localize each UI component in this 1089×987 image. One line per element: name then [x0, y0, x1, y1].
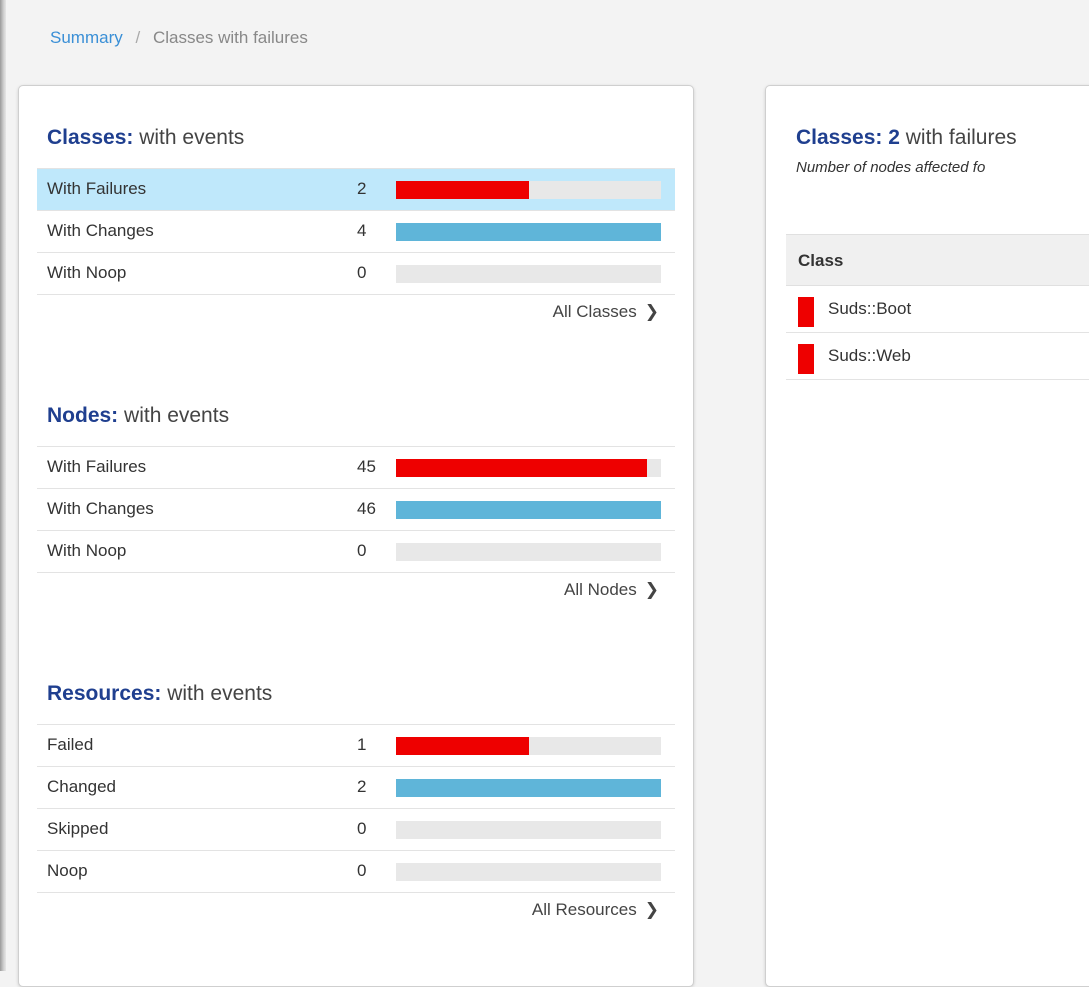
stat-label: With Noop [47, 263, 127, 282]
chevron-right-icon: ❯ [644, 302, 659, 321]
stat-bar-track [396, 737, 661, 755]
classes-section: Classes: with events With Failures 2 With C… [37, 126, 675, 321]
all-resources-link[interactable]: All Resources ❯ [532, 900, 659, 920]
stat-bar-track [396, 821, 661, 839]
table-header: Class [786, 234, 1089, 286]
stat-row-with-failures[interactable]: With Failures 2 [37, 168, 675, 210]
detail-subtitle: Number of nodes affected fo [796, 159, 986, 176]
events-summary-panel: Classes: with events With Failures 2 With C… [18, 85, 694, 987]
class-name-link[interactable]: Suds::Boot [828, 299, 911, 319]
stat-row-noop[interactable]: Noop 0 [37, 850, 675, 892]
stat-bar-track [396, 181, 661, 199]
stat-count: 2 [357, 179, 367, 198]
stat-count: 45 [357, 457, 376, 476]
stat-bar-track [396, 543, 661, 561]
class-name-link[interactable]: Suds::Web [828, 346, 911, 366]
stat-label: With Failures [47, 179, 147, 198]
breadcrumb: Summary / Classes with failures [50, 28, 308, 48]
stat-row-with-changes[interactable]: With Changes 46 [37, 488, 675, 530]
stat-row-with-failures[interactable]: With Failures 45 [37, 446, 675, 488]
nodes-title-rest: with events [118, 404, 230, 427]
stat-bar-fill [396, 181, 529, 199]
classes-title-bold: Classes: [47, 126, 134, 149]
stat-bar-fill [396, 223, 661, 241]
chevron-right-icon: ❯ [644, 900, 659, 919]
breadcrumb-separator: / [135, 28, 141, 47]
stat-bar-track [396, 779, 661, 797]
stat-count: 0 [357, 861, 367, 880]
chevron-right-icon: ❯ [644, 580, 659, 599]
stat-count: 0 [357, 263, 367, 282]
stat-bar-track [396, 223, 661, 241]
stat-bar-fill [396, 779, 661, 797]
stat-label: Skipped [47, 819, 109, 838]
stat-bar-track [396, 265, 661, 283]
stat-bar-track [396, 459, 661, 477]
resources-section-title: Resources: with events [47, 682, 675, 710]
stat-label: Failed [47, 735, 94, 754]
all-nodes-link-label: All Nodes [563, 580, 637, 599]
stat-row-changed[interactable]: Changed 2 [37, 766, 675, 808]
stat-count: 1 [357, 735, 367, 754]
classes-section-title: Classes: with events [47, 126, 675, 154]
stat-bar-track [396, 501, 661, 519]
stat-label: Changed [47, 777, 117, 796]
breadcrumb-summary-link[interactable]: Summary [50, 28, 123, 47]
nodes-section: Nodes: with events With Failures 45 With Ch… [37, 404, 675, 599]
stat-bar-fill [396, 501, 661, 519]
column-header-class[interactable]: Class [798, 251, 843, 271]
stat-count: 46 [357, 499, 376, 518]
stat-label: With Changes [47, 221, 154, 240]
stat-row-failed[interactable]: Failed 1 [37, 724, 675, 766]
stat-bar-fill [396, 459, 647, 477]
stat-label: With Failures [47, 457, 147, 476]
failed-classes-table: Class Suds::Boot Suds::Web [786, 234, 1089, 380]
failure-marker-icon [798, 344, 814, 374]
resources-section: Resources: with events Failed 1 Changed 2 Ski… [37, 682, 675, 919]
breadcrumb-current: Classes with failures [152, 28, 308, 47]
stat-label: With Changes [47, 499, 154, 518]
all-classes-link-label: All Classes [552, 302, 637, 321]
rows-end-divider [37, 572, 675, 573]
detail-title-rest: with failures [899, 126, 1017, 149]
stat-label: Noop [47, 861, 88, 880]
all-resources-link-label: All Resources [531, 900, 637, 919]
stat-row-with-noop[interactable]: With Noop 0 [37, 252, 675, 294]
left-edge-divider [0, 0, 6, 971]
stat-count: 2 [357, 777, 367, 796]
failure-marker-icon [798, 297, 814, 327]
detail-title: Classes: 2 with failures [796, 126, 1017, 150]
stat-count: 0 [357, 819, 367, 838]
table-row[interactable]: Suds::Boot [786, 286, 1089, 333]
stat-count: 4 [357, 221, 367, 240]
stat-count: 0 [357, 541, 367, 560]
table-row[interactable]: Suds::Web [786, 333, 1089, 380]
detail-title-count: 2 [888, 126, 900, 149]
rows-end-divider [37, 892, 675, 893]
stat-bar-track [396, 863, 661, 881]
stat-row-with-noop[interactable]: With Noop 0 [37, 530, 675, 572]
resources-title-rest: with events [161, 682, 273, 705]
all-nodes-link[interactable]: All Nodes ❯ [564, 580, 659, 600]
nodes-title-bold: Nodes: [47, 404, 119, 427]
classes-title-rest: with events [133, 126, 245, 149]
stat-label: With Noop [47, 541, 127, 560]
rows-end-divider [37, 294, 675, 295]
class-failures-panel: Classes: 2 with failures Number of nodes… [765, 85, 1089, 987]
nodes-section-title: Nodes: with events [47, 404, 675, 432]
detail-title-bold: Classes: [796, 126, 883, 149]
all-classes-link[interactable]: All Classes ❯ [553, 302, 659, 322]
resources-title-bold: Resources: [47, 682, 162, 705]
stat-bar-fill [396, 737, 529, 755]
stat-row-with-changes[interactable]: With Changes 4 [37, 210, 675, 252]
stat-row-skipped[interactable]: Skipped 0 [37, 808, 675, 850]
